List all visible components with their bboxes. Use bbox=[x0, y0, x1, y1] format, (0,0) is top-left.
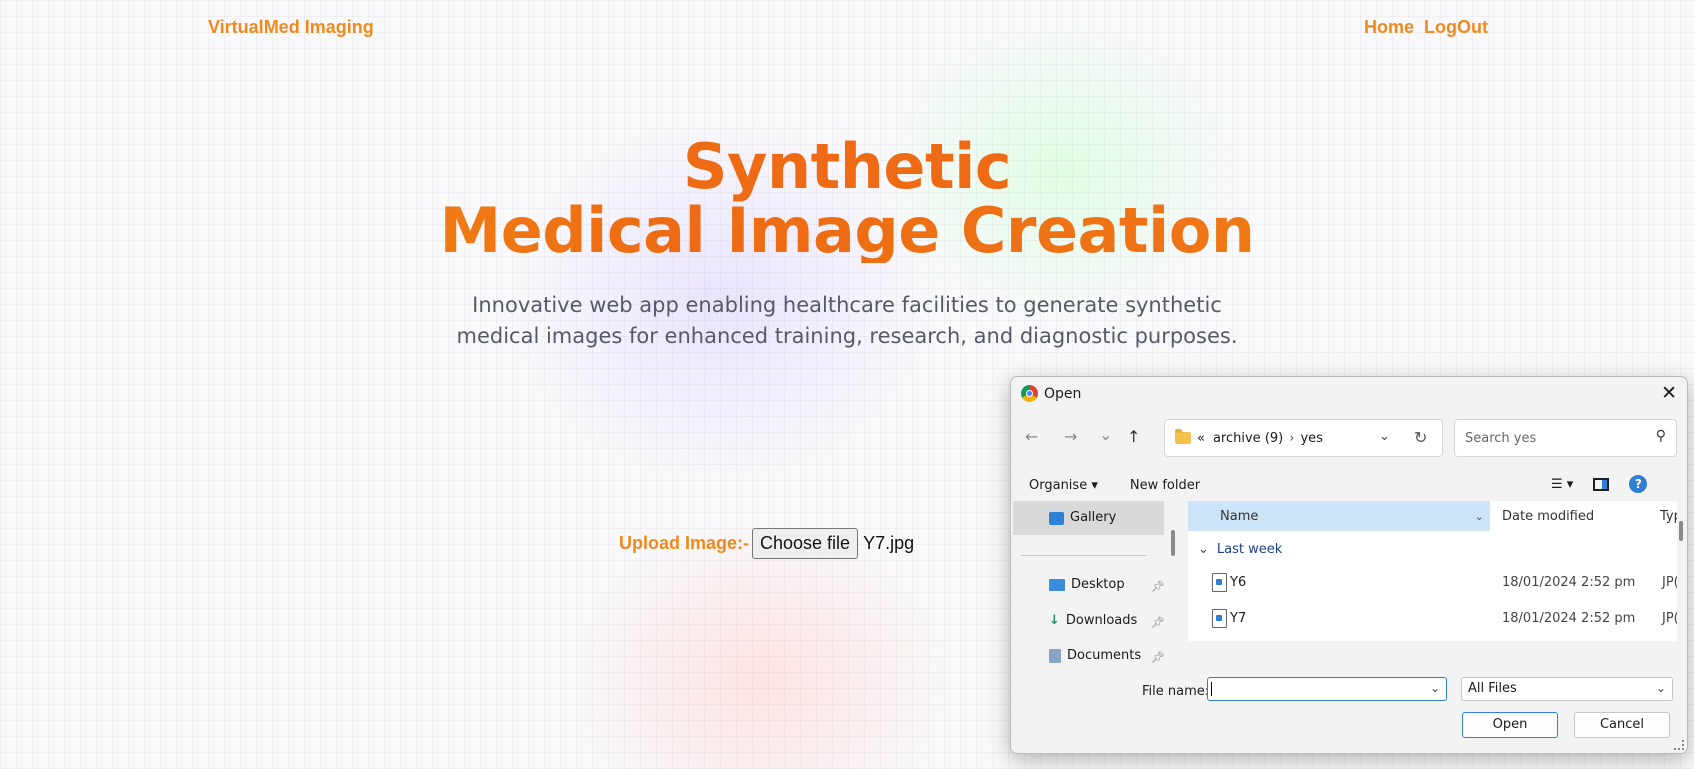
organise-menu[interactable]: Organise ▾ bbox=[1029, 478, 1098, 493]
pin-icon: 📌︎ bbox=[1151, 651, 1165, 664]
file-row[interactable]: Y6 18/01/2024 2:52 pm JP( bbox=[1188, 565, 1677, 599]
hero-subtitle-line1: Innovative web app enabling healthcare f… bbox=[472, 293, 1222, 317]
nav-item-label: Gallery bbox=[1070, 510, 1117, 525]
search-icon[interactable]: ⚲ bbox=[1656, 428, 1666, 444]
nav-item-downloads[interactable]: ↓ Downloads bbox=[1049, 613, 1137, 628]
open-button[interactable]: Open bbox=[1462, 712, 1558, 738]
file-name: Y6 bbox=[1230, 574, 1247, 590]
hero-title: Synthetic Medical Image Creation bbox=[0, 135, 1694, 263]
dialog-titlebar: Open bbox=[1021, 385, 1081, 402]
nav-divider bbox=[1021, 555, 1146, 556]
file-type-select[interactable]: All Files ⌄ bbox=[1461, 677, 1673, 701]
back-arrow-icon[interactable]: ← bbox=[1025, 427, 1038, 446]
upload-label: Upload Image:- bbox=[619, 533, 750, 553]
chosen-file-name: Y7.jpg bbox=[863, 533, 915, 553]
recent-locations-chevron-icon[interactable]: ⌄ bbox=[1099, 425, 1112, 444]
breadcrumb-separator: › bbox=[1289, 430, 1295, 446]
documents-icon bbox=[1049, 648, 1061, 663]
hero-subtitle: Innovative web app enabling healthcare f… bbox=[0, 290, 1694, 352]
image-file-icon bbox=[1212, 572, 1227, 592]
file-list: Name ⌄ Date modified Typ ⌄ Last week Y6 … bbox=[1188, 501, 1677, 641]
new-folder-button[interactable]: New folder bbox=[1130, 478, 1200, 493]
column-header-name[interactable]: Name ⌄ bbox=[1188, 501, 1490, 531]
navigation-pane: Gallery Desktop 📌︎ ↓ Downloads 📌︎ Docume… bbox=[1011, 501, 1166, 664]
search-box[interactable]: ⚲ bbox=[1454, 419, 1677, 457]
breadcrumb-overflow[interactable]: « bbox=[1197, 431, 1205, 446]
file-type: JP( bbox=[1662, 610, 1677, 626]
search-input[interactable] bbox=[1463, 430, 1647, 447]
file-date: 18/01/2024 2:52 pm bbox=[1502, 574, 1636, 590]
file-type-chevron-icon: ⌄ bbox=[1655, 681, 1666, 695]
column-header-type-label: Typ bbox=[1660, 508, 1677, 524]
file-date: 18/01/2024 2:52 pm bbox=[1502, 610, 1636, 626]
up-arrow-icon[interactable]: ↑ bbox=[1127, 427, 1140, 446]
group-collapse-chevron-icon[interactable]: ⌄ bbox=[1198, 542, 1209, 557]
desktop-icon bbox=[1049, 578, 1065, 591]
nav-item-label: Documents bbox=[1067, 648, 1142, 663]
dialog-toolbar: Organise ▾ New folder bbox=[1029, 478, 1200, 493]
hero-title-line2: Medical Image Creation bbox=[0, 199, 1694, 263]
address-dropdown-chevron-icon[interactable]: ⌄ bbox=[1379, 429, 1390, 444]
view-options-icon[interactable]: ☰ ▾ bbox=[1551, 477, 1573, 492]
file-type-value: All Files bbox=[1468, 681, 1517, 696]
breadcrumb-archive[interactable]: archive (9) bbox=[1213, 431, 1283, 446]
view-controls: ☰ ▾ ? bbox=[1551, 475, 1648, 493]
group-header-label: Last week bbox=[1216, 542, 1283, 557]
nav-pane-scrollbar[interactable] bbox=[1171, 530, 1175, 556]
file-name: Y7 bbox=[1230, 610, 1247, 626]
group-header[interactable]: ⌄ Last week bbox=[1198, 542, 1282, 557]
chrome-icon bbox=[1021, 385, 1038, 402]
nav-home-link[interactable]: Home bbox=[1364, 17, 1414, 38]
upload-row: Upload Image:- Choose file Y7.jpg bbox=[619, 528, 914, 559]
hero-title-line1: Synthetic bbox=[682, 130, 1012, 203]
file-name-field[interactable]: ⌄ bbox=[1207, 677, 1447, 701]
close-icon[interactable]: ✕ bbox=[1661, 382, 1677, 404]
column-header-date[interactable]: Date modified bbox=[1494, 501, 1594, 531]
nav-item-label: Downloads bbox=[1065, 613, 1138, 628]
column-header-type[interactable]: Typ bbox=[1656, 501, 1677, 531]
file-open-dialog: Open ✕ ← → ⌄ ↑ « archive (9) › yes ⌄ ↻ ⚲… bbox=[1010, 376, 1688, 754]
resize-grip-icon[interactable] bbox=[1674, 740, 1684, 750]
refresh-icon[interactable]: ↻ bbox=[1414, 428, 1427, 447]
nav-item-desktop[interactable]: Desktop bbox=[1049, 577, 1125, 592]
brand-logo-text[interactable]: VirtualMed Imaging bbox=[208, 17, 374, 38]
address-bar[interactable]: « archive (9) › yes ⌄ ↻ bbox=[1164, 419, 1443, 457]
forward-arrow-icon[interactable]: → bbox=[1064, 427, 1077, 446]
file-name-label: File name: bbox=[1142, 684, 1210, 699]
column-header-name-label: Name bbox=[1220, 508, 1259, 524]
pin-icon: 📌︎ bbox=[1151, 580, 1165, 593]
nav-item-gallery[interactable]: Gallery bbox=[1013, 501, 1164, 535]
choose-file-button[interactable]: Choose file bbox=[752, 528, 859, 559]
top-nav: Home LogOut bbox=[1364, 17, 1488, 38]
preview-pane-icon[interactable] bbox=[1593, 477, 1610, 491]
cancel-button[interactable]: Cancel bbox=[1574, 712, 1670, 738]
help-icon[interactable]: ? bbox=[1629, 475, 1648, 493]
image-file-icon bbox=[1212, 608, 1227, 628]
file-list-vertical-scrollbar[interactable] bbox=[1677, 501, 1687, 641]
file-name-dropdown-chevron-icon[interactable]: ⌄ bbox=[1430, 681, 1440, 695]
download-icon: ↓ bbox=[1049, 613, 1060, 628]
breadcrumb-yes[interactable]: yes bbox=[1300, 431, 1322, 446]
pin-icon: 📌︎ bbox=[1151, 616, 1165, 629]
file-row[interactable]: Y7 18/01/2024 2:52 pm JP( bbox=[1188, 601, 1677, 635]
folder-icon bbox=[1175, 429, 1191, 444]
nav-item-documents[interactable]: Documents bbox=[1049, 648, 1141, 663]
nav-item-label: Desktop bbox=[1071, 577, 1125, 592]
file-type: JP( bbox=[1662, 574, 1677, 590]
dialog-title: Open bbox=[1044, 385, 1082, 402]
column-header-date-label: Date modified bbox=[1502, 508, 1595, 524]
gallery-icon bbox=[1049, 511, 1064, 525]
hero-subtitle-line2: medical images for enhanced training, re… bbox=[456, 324, 1238, 348]
column-sort-chevron-icon[interactable]: ⌄ bbox=[1475, 510, 1484, 523]
nav-logout-link[interactable]: LogOut bbox=[1424, 17, 1488, 38]
